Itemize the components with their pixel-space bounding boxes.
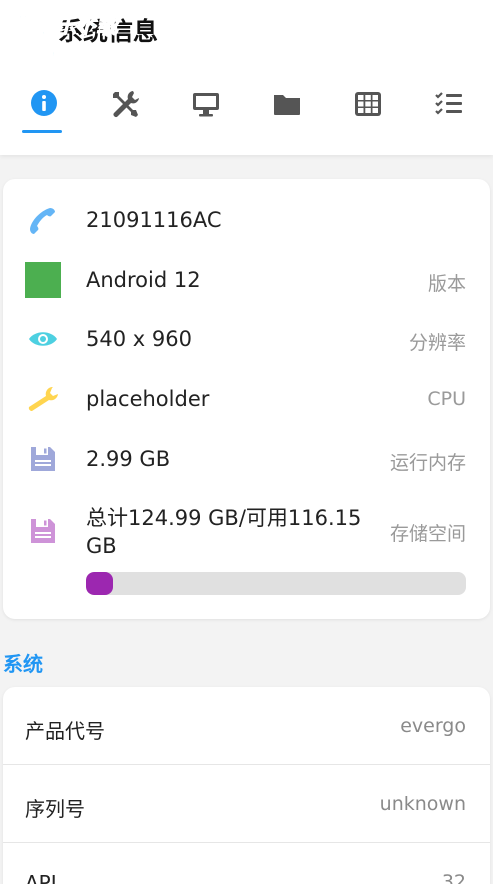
tab-display[interactable] — [184, 88, 228, 134]
system-row-value: evergo — [400, 715, 466, 737]
grid-icon — [355, 92, 381, 116]
phone-icon — [25, 202, 61, 238]
system-row-serial[interactable]: 序列号 unknown — [3, 765, 490, 843]
android-version-label: 版本 — [427, 273, 466, 295]
system-row-product[interactable]: 产品代号 evergo — [3, 687, 490, 765]
system-row-api[interactable]: API 32 — [3, 843, 490, 884]
system-info-card: 产品代号 evergo 序列号 unknown API 32 — [3, 687, 490, 884]
info-row-android[interactable]: Android 12 版本 — [3, 260, 490, 300]
model-value: 21091116AC — [86, 208, 222, 232]
system-row-key: 序列号 — [25, 797, 85, 821]
ram-label: 运行内存 — [389, 452, 466, 474]
floppy-icon — [25, 441, 61, 477]
tools-icon — [113, 91, 139, 117]
checklist-icon — [435, 92, 462, 115]
info-icon — [31, 90, 57, 116]
system-row-key: API — [25, 871, 57, 884]
info-row-cpu[interactable]: placeholder CPU — [3, 379, 490, 419]
android-version-value: Android 12 — [86, 268, 201, 292]
ram-value: 2.99 GB — [86, 447, 171, 471]
cpu-value: placeholder — [86, 387, 210, 411]
resolution-value: 540 x 960 — [86, 327, 192, 351]
top-bar: 系统信息 游吧乐下载 小编亲测 — [0, 0, 493, 155]
android-square-icon — [25, 262, 61, 298]
resolution-label: 分辨率 — [408, 332, 466, 354]
storage-progress-bar — [86, 572, 466, 595]
section-title-system: 系统 — [3, 652, 43, 676]
tab-files[interactable] — [265, 88, 309, 134]
info-row-ram[interactable]: 2.99 GB 运行内存 — [3, 439, 490, 479]
folder-icon — [274, 95, 300, 115]
tab-checklist[interactable] — [427, 88, 471, 134]
device-info-card: 21091116AC Android 12 版本 540 x 960 分辨率 p… — [3, 179, 490, 619]
storage-progress-fill — [86, 572, 113, 595]
system-row-key: 产品代号 — [25, 719, 105, 743]
watermark-line-2: 小编亲测 — [34, 40, 115, 65]
system-row-value: unknown — [379, 793, 466, 815]
tab-apps[interactable] — [346, 88, 390, 134]
system-row-value: 32 — [441, 871, 466, 884]
storage-value: 总计124.99 GB/可用116.15 GB — [86, 506, 362, 558]
tab-tools[interactable] — [103, 88, 147, 134]
info-row-resolution[interactable]: 540 x 960 分辨率 — [3, 319, 490, 359]
active-tab-indicator — [22, 130, 62, 133]
eye-icon — [25, 321, 61, 357]
storage-label: 存储空间 — [389, 523, 466, 545]
monitor-icon — [193, 93, 219, 117]
floppy-icon — [25, 513, 61, 549]
cpu-label: CPU — [427, 388, 466, 410]
tab-bar — [0, 88, 493, 138]
info-row-model[interactable]: 21091116AC — [3, 200, 490, 240]
tab-info[interactable] — [22, 88, 66, 134]
watermark-logo: 游吧乐下载 小编亲测 — [11, 8, 142, 65]
wrench-icon — [25, 381, 61, 417]
